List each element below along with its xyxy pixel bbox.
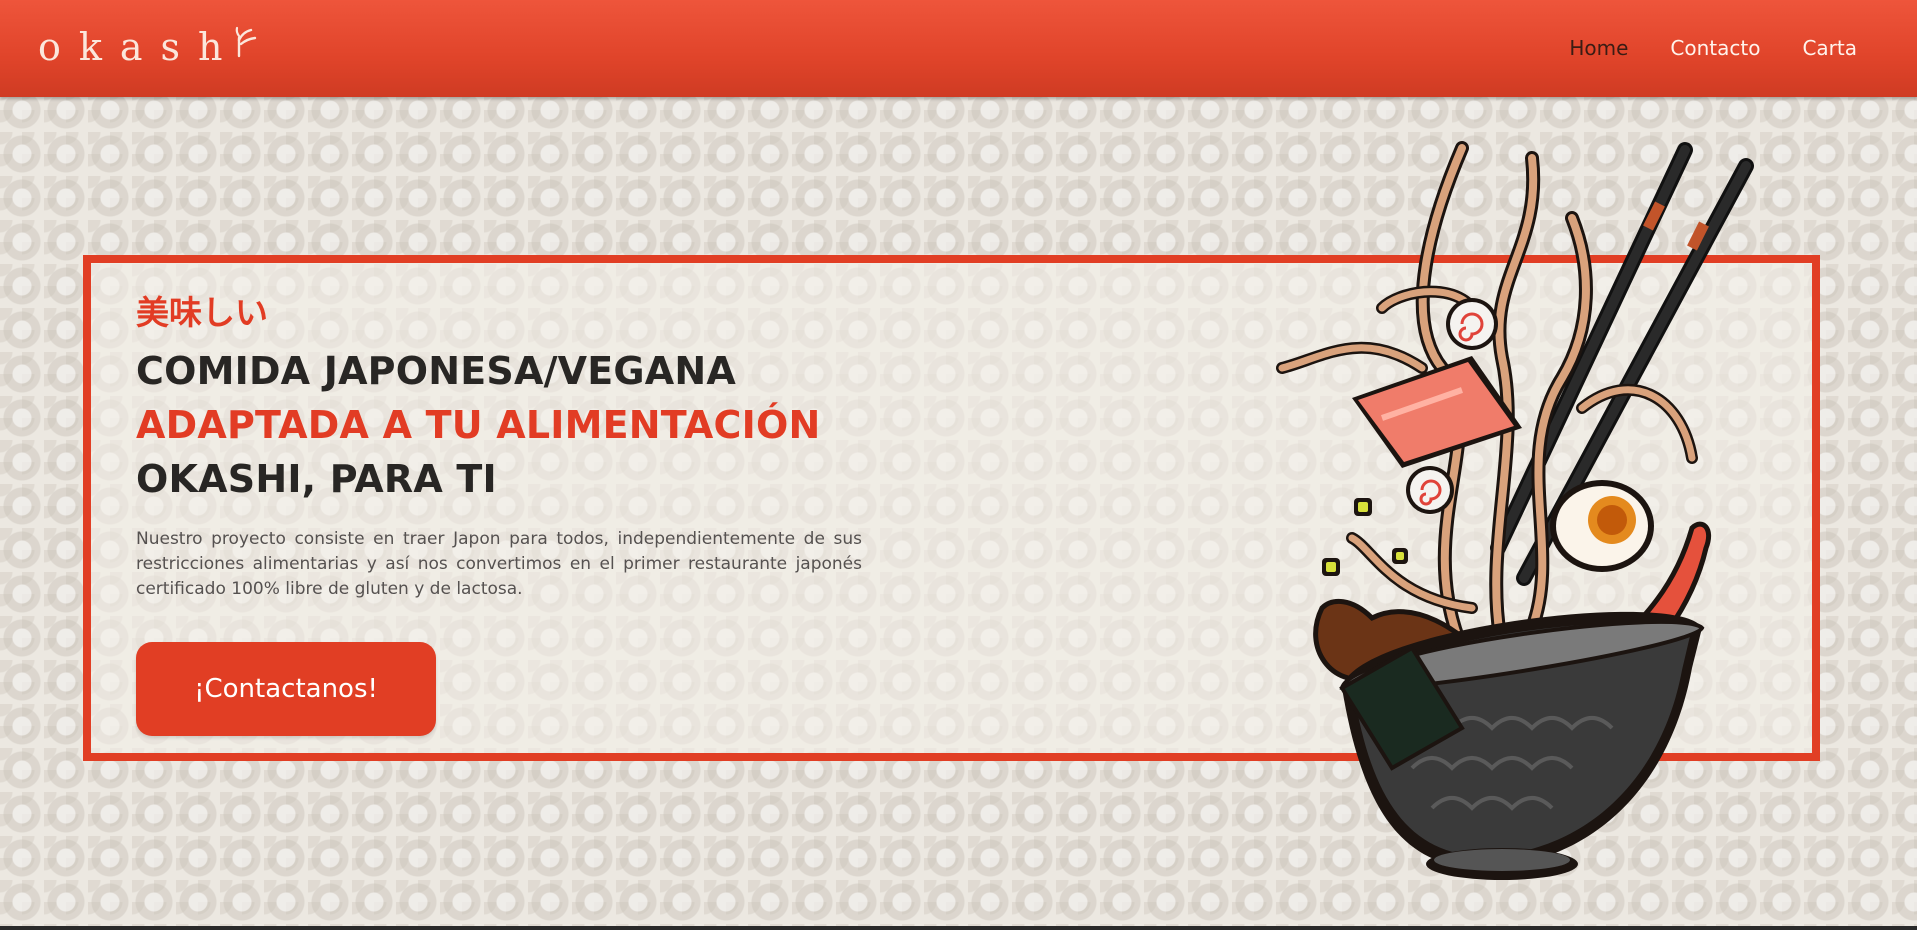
hero-headline-line3: OKASHI, PARA TI <box>136 457 497 501</box>
nav-link-carta[interactable]: Carta <box>1802 36 1857 60</box>
ramen-bowl-illustration <box>1276 141 1754 880</box>
main-nav: Home Contacto Carta <box>1569 36 1857 60</box>
pork-slice <box>1352 356 1522 468</box>
hero-kanji: 美味しい <box>136 293 268 332</box>
site-header: okash Home Contacto Carta <box>0 0 1917 97</box>
hero-description: Nuestro proyecto consiste en traer Japon… <box>136 529 862 599</box>
hero-headline-line2: ADAPTADA A TU ALIMENTACIÓN <box>136 403 821 447</box>
nav-link-home[interactable]: Home <box>1569 36 1628 60</box>
nav-link-contacto[interactable]: Contacto <box>1670 36 1760 60</box>
contact-button[interactable]: ¡Contactanos! <box>136 642 436 736</box>
sprout-icon <box>235 26 256 58</box>
egg <box>1550 480 1654 572</box>
scallions <box>1322 498 1408 576</box>
hero-headline-line1: COMIDA JAPONESA/VEGANA <box>136 349 737 393</box>
page-bottom-edge <box>0 926 1917 930</box>
logo-text: okash <box>38 25 241 69</box>
logo[interactable]: okash <box>38 22 263 72</box>
